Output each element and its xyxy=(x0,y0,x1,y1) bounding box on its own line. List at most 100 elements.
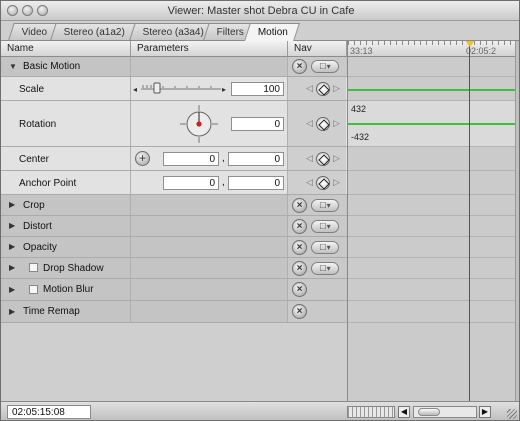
keyframe-timeline[interactable]: 33:13 02:05:2 432 -432 xyxy=(347,41,515,401)
reset-x-icon[interactable]: × xyxy=(292,261,307,276)
motion-blur-checkbox[interactable] xyxy=(29,285,38,294)
rotation-value-field[interactable]: 0 xyxy=(231,117,284,131)
zoom-slider[interactable] xyxy=(347,406,395,418)
row-opacity: ▶ Opacity × ☐▾ xyxy=(1,237,347,258)
column-header-nav[interactable]: Nav xyxy=(288,41,347,57)
column-header-parameters[interactable]: Parameters xyxy=(131,41,288,57)
row-basic-motion: ▼ Basic Motion × ☐▾ xyxy=(1,57,347,77)
disclosure-closed-icon[interactable]: ▶ xyxy=(9,263,15,272)
previous-keyframe-icon[interactable]: ◁ xyxy=(306,177,313,188)
row-label: Opacity xyxy=(23,242,57,253)
tab-motion[interactable]: Motion xyxy=(244,23,300,41)
previous-keyframe-icon[interactable]: ◁ xyxy=(306,83,313,94)
keyframe-diamond-icon[interactable] xyxy=(316,117,330,131)
next-keyframe-icon[interactable]: ▷ xyxy=(333,118,340,129)
previous-keyframe-icon[interactable]: ◁ xyxy=(306,153,313,164)
row-label: Motion Blur xyxy=(43,284,94,295)
row-label: Basic Motion xyxy=(23,61,81,72)
keyframe-diamond-icon[interactable] xyxy=(316,176,330,190)
row-drop-shadow: ▶ Drop Shadow × ☐▾ xyxy=(1,258,347,279)
row-motion-blur: ▶ Motion Blur × xyxy=(1,279,347,301)
horizontal-scrollbar[interactable] xyxy=(413,406,477,418)
keyframe-nav[interactable]: ◁ ▷ xyxy=(304,151,340,167)
ruler-end-timecode: 02:05:2 xyxy=(466,46,497,56)
reset-x-icon[interactable]: × xyxy=(292,219,307,234)
anchor-y-field[interactable]: 0 xyxy=(228,176,284,190)
next-keyframe-icon[interactable]: ▷ xyxy=(333,83,340,94)
timeline-ruler[interactable]: 33:13 02:05:2 xyxy=(348,41,515,57)
row-label: Drop Shadow xyxy=(43,263,104,274)
tab-stereo-a1a2[interactable]: Stereo (a1a2) xyxy=(50,23,137,40)
window-title: Viewer: Master shot Debra CU in Cafe xyxy=(167,5,355,17)
row-label: Crop xyxy=(23,200,45,211)
keyframe-diamond-icon[interactable] xyxy=(316,152,330,166)
rotation-max-label: 432 xyxy=(351,104,367,114)
row-distort: ▶ Distort × ☐▾ xyxy=(1,216,347,237)
disclosure-closed-icon[interactable]: ▶ xyxy=(9,200,15,209)
rotation-dial[interactable] xyxy=(177,103,221,145)
rotation-keyframe-line[interactable] xyxy=(348,123,515,125)
svg-text:◂: ◂ xyxy=(133,85,137,94)
scroll-left-icon[interactable]: ◀ xyxy=(398,406,410,418)
row-rotation: Rotation 0 ◁ ▷ xyxy=(1,101,347,147)
resize-grip-icon[interactable] xyxy=(507,409,517,419)
parameter-menu-icon[interactable]: ☐▾ xyxy=(311,60,339,73)
bottom-bar: 02:05:15:08 ◀ ▶ xyxy=(1,401,519,420)
row-center: Center + 0 , 0 ◁ ▷ xyxy=(1,147,347,171)
rotation-handle xyxy=(196,121,202,127)
column-header-name[interactable]: Name xyxy=(1,41,131,57)
center-y-field[interactable]: 0 xyxy=(228,152,284,166)
row-label: Anchor Point xyxy=(19,178,77,189)
viewer-tab-bar: Video Stereo (a1a2) Stereo (a3a4) Filter… xyxy=(1,21,519,41)
keyframe-nav[interactable]: ◁ ▷ xyxy=(304,175,340,191)
parameter-menu-icon[interactable]: ☐▾ xyxy=(311,262,339,275)
previous-keyframe-icon[interactable]: ◁ xyxy=(306,118,313,129)
row-label: Scale xyxy=(19,84,45,95)
ruler-start-timecode: 33:13 xyxy=(350,46,373,56)
anchor-x-field[interactable]: 0 xyxy=(163,176,219,190)
slider-thumb xyxy=(153,82,161,94)
parameter-menu-icon[interactable]: ☐▾ xyxy=(311,220,339,233)
row-label: Distort xyxy=(23,221,52,232)
playhead-marker-icon[interactable] xyxy=(464,41,476,47)
scale-value-field[interactable]: 100 xyxy=(231,82,284,96)
row-label: Rotation xyxy=(19,119,57,130)
reset-x-icon[interactable]: × xyxy=(292,198,307,213)
row-crop: ▶ Crop × ☐▾ xyxy=(1,195,347,216)
next-keyframe-icon[interactable]: ▷ xyxy=(333,153,340,164)
parameter-menu-icon[interactable]: ☐▾ xyxy=(311,199,339,212)
row-label: Time Remap xyxy=(23,306,80,317)
disclosure-closed-icon[interactable]: ▶ xyxy=(9,221,15,230)
reset-x-icon[interactable]: × xyxy=(292,59,307,74)
crosshair-point-icon[interactable]: + xyxy=(135,151,150,166)
playhead[interactable] xyxy=(469,41,470,401)
center-x-field[interactable]: 0 xyxy=(163,152,219,166)
reset-x-icon[interactable]: × xyxy=(292,282,307,297)
drop-shadow-checkbox[interactable] xyxy=(29,263,38,272)
keyframe-nav[interactable]: ◁ ▷ xyxy=(304,116,340,132)
reset-x-icon[interactable]: × xyxy=(292,240,307,255)
next-keyframe-icon[interactable]: ▷ xyxy=(333,177,340,188)
keyframe-nav[interactable]: ◁ ▷ xyxy=(304,81,340,97)
row-scale: Scale ◂ ▸ 100 ◁ ▷ xyxy=(1,77,347,101)
row-label: Center xyxy=(19,154,50,165)
parameter-menu-icon[interactable]: ☐▾ xyxy=(311,241,339,254)
motion-viewer-window: Viewer: Master shot Debra CU in Cafe Vid… xyxy=(0,0,520,421)
parameter-list-empty-area xyxy=(1,323,347,401)
title-bar: Viewer: Master shot Debra CU in Cafe xyxy=(1,1,519,21)
scroll-right-icon[interactable]: ▶ xyxy=(479,406,491,418)
disclosure-closed-icon[interactable]: ▶ xyxy=(9,285,15,294)
vertical-scrollbar[interactable] xyxy=(515,41,519,420)
svg-text:▸: ▸ xyxy=(222,85,226,94)
current-timecode-field[interactable]: 02:05:15:08 xyxy=(7,405,91,419)
disclosure-closed-icon[interactable]: ▶ xyxy=(9,307,15,316)
scale-keyframe-line[interactable] xyxy=(348,89,515,91)
scale-slider[interactable]: ◂ ▸ xyxy=(133,81,229,97)
rotation-keyframe-graph[interactable]: 432 -432 xyxy=(348,101,515,147)
keyframe-diamond-icon[interactable] xyxy=(316,82,330,96)
reset-x-icon[interactable]: × xyxy=(292,304,307,319)
disclosure-open-icon[interactable]: ▼ xyxy=(9,62,17,71)
scroll-thumb[interactable] xyxy=(418,408,440,416)
row-time-remap: ▶ Time Remap × xyxy=(1,301,347,323)
disclosure-closed-icon[interactable]: ▶ xyxy=(9,242,15,251)
